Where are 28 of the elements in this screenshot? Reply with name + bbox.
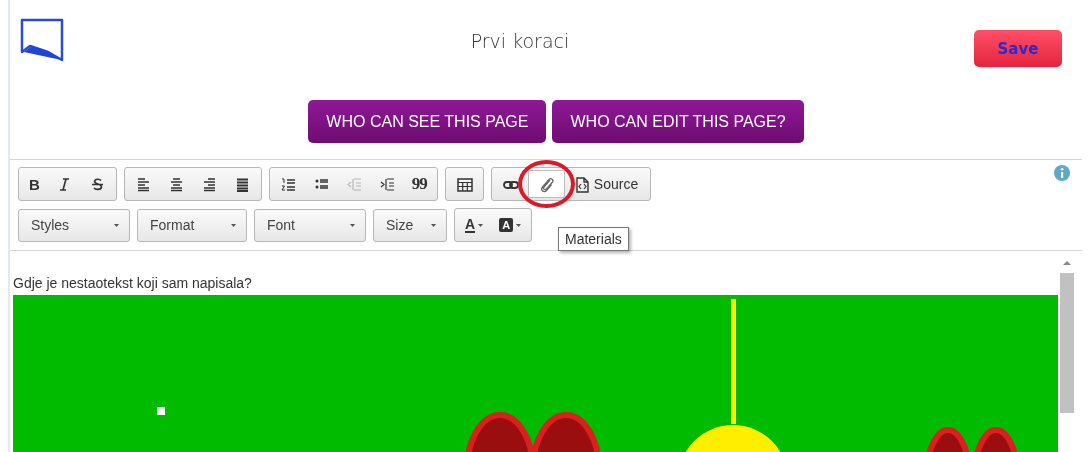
page-title: Prvi koraci (469, 30, 571, 52)
source-button[interactable]: Source (566, 170, 648, 198)
dropdown[interactable]: Size (373, 208, 447, 242)
logo-icon (20, 18, 64, 62)
indent-icon (378, 175, 396, 193)
info-icon[interactable] (1054, 165, 1070, 181)
dropdown[interactable]: Styles (18, 208, 130, 242)
caret-icon (114, 223, 119, 227)
permission-button[interactable]: WHO CAN EDIT THIS PAGE? (552, 100, 804, 143)
caret-icon (516, 223, 522, 227)
quote-button[interactable]: 99 (404, 170, 434, 198)
tooltip: Materials (558, 227, 629, 251)
bold-button[interactable]: B (22, 170, 47, 198)
outdent-icon (345, 175, 363, 193)
text-color-button[interactable]: A (458, 211, 491, 239)
dropdown[interactable]: Format (137, 208, 247, 242)
permission-button[interactable]: WHO CAN SEE THIS PAGE (308, 100, 547, 143)
numbered-list-icon (279, 175, 297, 193)
caret-icon (231, 223, 236, 227)
background-color-button[interactable]: A (492, 211, 529, 239)
caret-icon (431, 223, 436, 227)
document-icon (573, 175, 591, 193)
dropdown[interactable]: Font (254, 208, 366, 242)
caret-icon (478, 223, 484, 227)
table-icon (455, 175, 473, 193)
caret-icon (350, 223, 355, 227)
paragraph-text: Gdje je nestaotekst koji sam napisala? (13, 275, 253, 293)
attach-button[interactable] (527, 170, 565, 198)
